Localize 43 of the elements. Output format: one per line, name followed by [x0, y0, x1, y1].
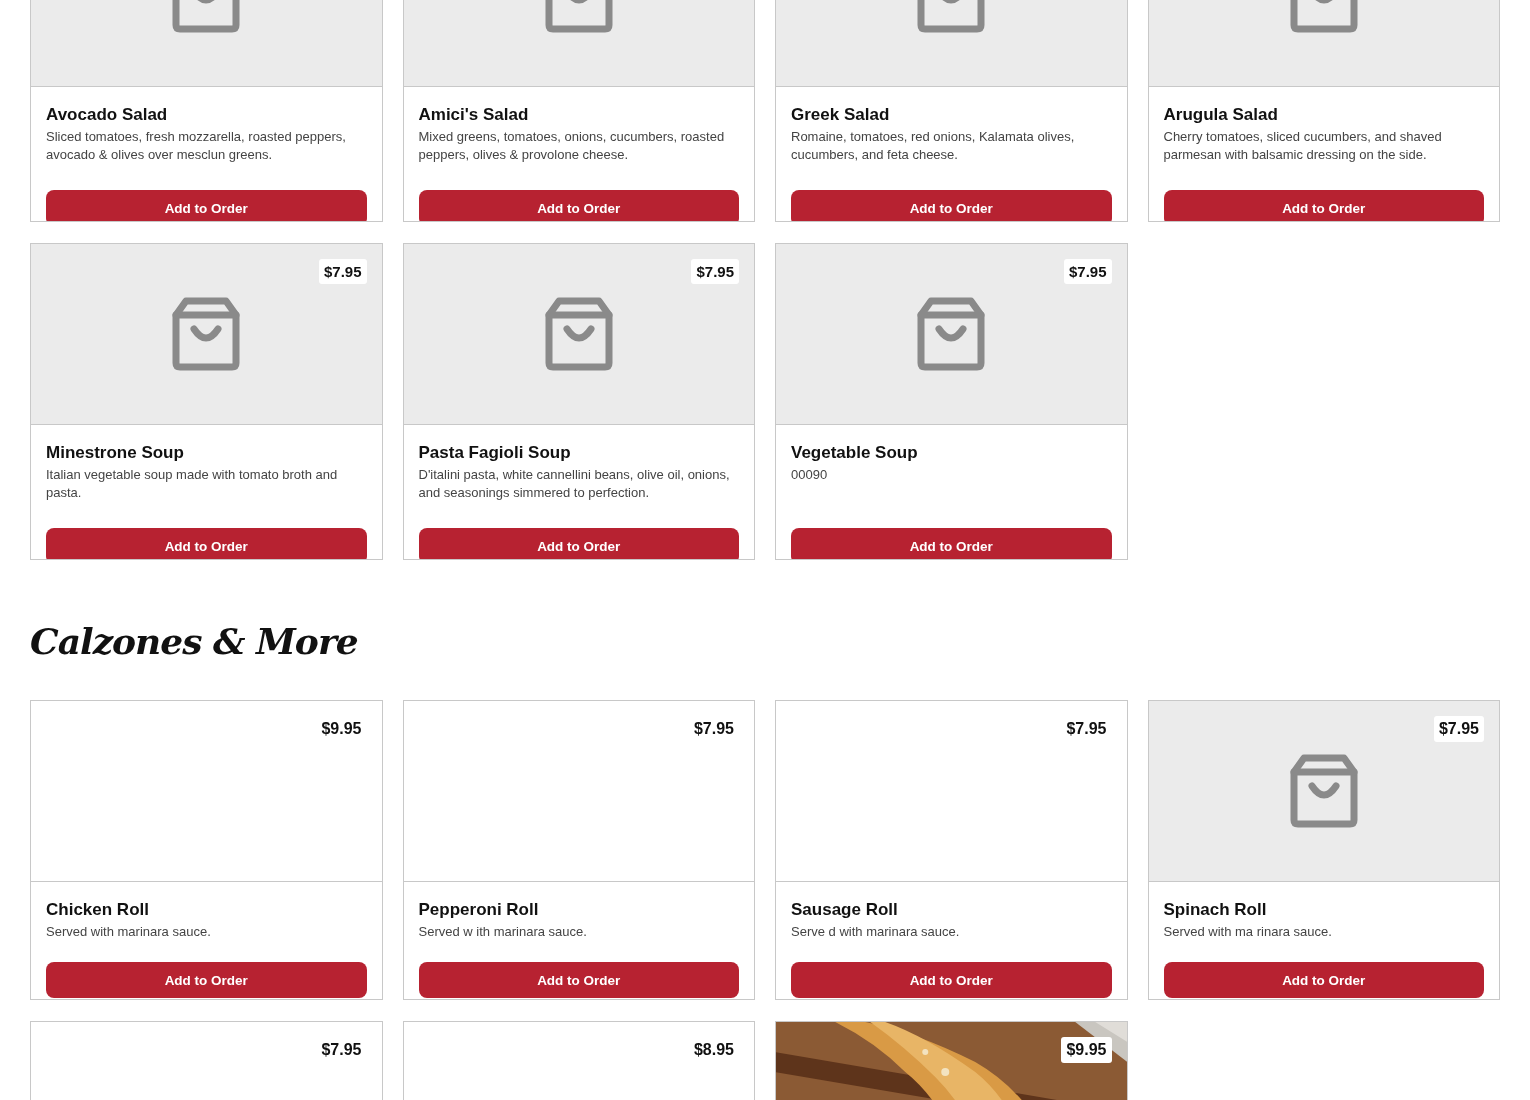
item-description: Romaine, tomatoes, red onions, Kalamata olives, cucumbers, and feta cheese. [791, 128, 1076, 164]
shopping-bag-icon [1289, 754, 1358, 828]
section-heading: Calzones & More [30, 620, 359, 664]
shopping-bag-icon [917, 297, 986, 371]
add-to-order-button[interactable]: Add to Order [791, 190, 1112, 221]
item-name: Minestrone Soup [46, 442, 185, 464]
item-description: Served with marinara sauce. [46, 923, 212, 941]
add-to-order-button[interactable]: Add to Order [418, 190, 739, 221]
add-to-order-button[interactable]: Add to Order [46, 528, 367, 559]
price-tag: $7.95 [318, 259, 367, 284]
shopping-bag-icon [544, 297, 613, 371]
item-name: Spinach Roll [1163, 899, 1268, 921]
add-to-order-button[interactable]: Add to Order [1163, 190, 1484, 221]
price-tag: $7.95 [1063, 259, 1112, 284]
price-tag: $7.95 [691, 259, 739, 284]
price-tag: $9.95 [1061, 1037, 1112, 1063]
add-to-order-button[interactable]: Add to Order [1163, 962, 1484, 998]
item-description: Served with ma rinara sauce. [1163, 923, 1333, 941]
add-to-order-button[interactable]: Add to Order [418, 528, 739, 559]
add-to-order-button[interactable]: Add to Order [791, 528, 1112, 559]
item-name: Greek Salad [791, 104, 891, 126]
item-description: 00090 [791, 466, 829, 484]
item-name: Amici's Salad [418, 104, 530, 126]
item-name: Avocado Salad [46, 104, 169, 126]
item-description: Cherry tomatoes, sliced cucumbers, and shaved parmesan with balsamic dressing on the side. [1163, 128, 1443, 164]
item-description: Italian vegetable soup made with tomato broth and pasta. [46, 466, 339, 502]
item-name: Vegetable Soup [791, 442, 919, 464]
item-description: Sliced tomatoes, fresh mozzarella, roasted peppers, avocado & olives over mesclun greens. [46, 128, 347, 164]
item-name: Pasta Fagioli Soup [418, 442, 572, 464]
item-description: Served w ith marinara sauce. [418, 923, 588, 941]
add-to-order-button[interactable]: Add to Order [46, 962, 367, 998]
item-description: Mixed greens, tomatoes, onions, cucumbers, roasted peppers, olives & provolone cheese. [418, 128, 726, 164]
item-name: Pepperoni Roll [418, 899, 540, 921]
shopping-bag-icon [172, 297, 241, 371]
item-description: Serve d with marinara sauce. [791, 923, 961, 941]
add-to-order-button[interactable]: Add to Order [46, 190, 367, 221]
item-description: D'italini pasta, white cannellini beans, olive oil, onions, and seasonings simmered to perfection. [418, 466, 731, 502]
item-name: Sausage Roll [791, 899, 899, 921]
add-to-order-button[interactable]: Add to Order [791, 962, 1112, 998]
add-to-order-button[interactable]: Add to Order [418, 962, 739, 998]
price-tag: $7.95 [1433, 716, 1484, 742]
item-name: Arugula Salad [1163, 104, 1279, 126]
item-name: Chicken Roll [46, 899, 150, 921]
